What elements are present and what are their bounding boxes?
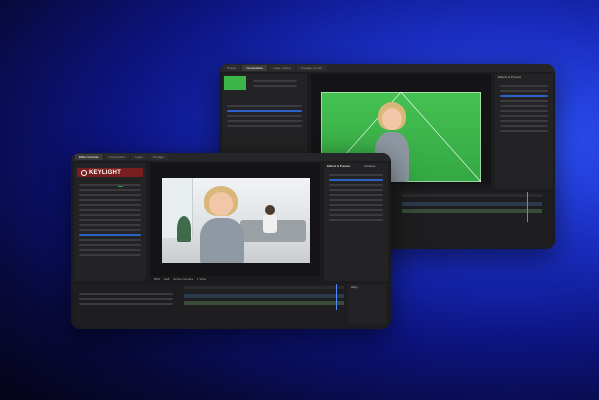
timeline-playhead[interactable] bbox=[527, 192, 528, 222]
effects-list-item[interactable] bbox=[329, 189, 383, 191]
effects-list-item[interactable] bbox=[329, 194, 383, 196]
effect-property-row[interactable] bbox=[79, 189, 141, 191]
align-panel: Align bbox=[348, 284, 386, 324]
effects-list-item[interactable] bbox=[500, 100, 548, 102]
keyed-living-room-footage bbox=[162, 178, 310, 263]
back-effects-panel: Effects & Presets bbox=[495, 74, 553, 189]
project-list-item[interactable] bbox=[227, 110, 302, 112]
effect-property-row[interactable] bbox=[79, 209, 141, 211]
align-panel-label: Align bbox=[351, 285, 358, 289]
plant bbox=[177, 216, 191, 242]
effects-list-item[interactable] bbox=[500, 105, 548, 107]
project-list-item[interactable] bbox=[227, 105, 302, 107]
effect-property-row[interactable] bbox=[79, 239, 141, 241]
project-list-item[interactable] bbox=[227, 120, 302, 122]
front-timeline[interactable]: Align bbox=[74, 284, 388, 326]
keylight-logo: KEYLIGHT bbox=[77, 168, 143, 177]
timeline-ruler[interactable] bbox=[184, 286, 344, 289]
keylight-logo-icon bbox=[81, 169, 87, 176]
effects-list-item[interactable] bbox=[329, 199, 383, 201]
timeline-track[interactable] bbox=[402, 202, 542, 206]
libraries-tab[interactable]: Libraries bbox=[364, 164, 376, 168]
effects-list-item[interactable] bbox=[500, 120, 548, 122]
effect-property-row[interactable] bbox=[79, 249, 141, 251]
effect-property-row[interactable] bbox=[79, 224, 141, 226]
effect-property-row[interactable] bbox=[79, 204, 141, 206]
project-list-item[interactable] bbox=[227, 125, 302, 127]
timeline-track[interactable] bbox=[184, 294, 344, 298]
adult-figure bbox=[262, 205, 278, 235]
effects-list-item[interactable] bbox=[329, 204, 383, 206]
effect-property-row[interactable] bbox=[79, 184, 141, 186]
back-tab-layer[interactable]: Layer: (none) bbox=[269, 65, 295, 71]
effects-list-item[interactable] bbox=[329, 209, 383, 211]
layer-row[interactable] bbox=[79, 303, 173, 305]
layer-row[interactable] bbox=[79, 298, 173, 300]
back-tab-bar: Project Composition Layer: (none) Footag… bbox=[219, 64, 555, 72]
effects-list-item[interactable] bbox=[500, 110, 548, 112]
effect-property-row[interactable] bbox=[79, 214, 141, 216]
effect-property-row[interactable] bbox=[79, 199, 141, 201]
effect-controls-panel: KEYLIGHT bbox=[74, 163, 146, 281]
front-composition-viewer[interactable]: 50% Half Active Camera 1 View bbox=[150, 163, 320, 281]
front-tab-bar: Effect Controls Composition Layer Footag… bbox=[71, 153, 391, 161]
effects-list-item[interactable] bbox=[500, 130, 548, 132]
effects-list-item[interactable] bbox=[329, 179, 383, 181]
front-tab-layer[interactable]: Layer bbox=[131, 154, 147, 160]
back-tab-project[interactable]: Project bbox=[223, 65, 241, 71]
effects-list-item[interactable] bbox=[500, 90, 548, 92]
effect-property-row[interactable] bbox=[79, 229, 141, 231]
timeline-playhead[interactable] bbox=[336, 284, 337, 310]
effects-list-item[interactable] bbox=[500, 95, 548, 97]
front-effects-panel: Effects & Presets Libraries bbox=[324, 163, 388, 281]
quality-dropdown[interactable]: Half bbox=[164, 277, 169, 281]
effects-list-item[interactable] bbox=[329, 219, 383, 221]
magnify-dropdown[interactable]: 50% bbox=[154, 277, 160, 281]
timeline-ruler[interactable] bbox=[402, 194, 542, 197]
front-tab-composition[interactable]: Composition bbox=[104, 154, 130, 160]
front-tab-footage[interactable]: Footage bbox=[148, 154, 168, 160]
effects-list-item[interactable] bbox=[329, 214, 383, 216]
effect-property-row[interactable] bbox=[79, 219, 141, 221]
effects-list-item[interactable] bbox=[500, 85, 548, 87]
effects-list-item[interactable] bbox=[500, 115, 548, 117]
project-list-item[interactable] bbox=[227, 115, 302, 117]
effect-property-row[interactable] bbox=[79, 234, 141, 236]
effects-list-item[interactable] bbox=[329, 184, 383, 186]
effects-presets-tab[interactable]: Effects & Presets bbox=[327, 164, 350, 168]
effect-property-row[interactable] bbox=[79, 244, 141, 246]
effect-property-row[interactable] bbox=[79, 254, 141, 256]
front-editor-window: Effect Controls Composition Layer Footag… bbox=[71, 153, 391, 329]
layer-row[interactable] bbox=[79, 293, 173, 295]
keylight-logo-text: KEYLIGHT bbox=[89, 169, 121, 176]
view-dropdown[interactable]: 1 View bbox=[197, 277, 206, 281]
project-thumbnail bbox=[224, 76, 246, 90]
front-viewer-controls: 50% Half Active Camera 1 View bbox=[150, 276, 320, 281]
effects-list-item[interactable] bbox=[329, 174, 383, 176]
camera-dropdown[interactable]: Active Camera bbox=[173, 277, 193, 281]
effects-list-item[interactable] bbox=[500, 125, 548, 127]
back-effects-tab[interactable]: Effects & Presets bbox=[498, 75, 521, 79]
front-tab-effect-controls[interactable]: Effect Controls bbox=[75, 154, 103, 160]
back-tab-footage[interactable]: Footage: (none) bbox=[296, 65, 327, 71]
timeline-track[interactable] bbox=[402, 209, 542, 213]
child-figure bbox=[198, 186, 246, 263]
back-tab-composition[interactable]: Composition bbox=[242, 65, 268, 71]
timeline-track[interactable] bbox=[184, 301, 344, 305]
effect-property-row[interactable] bbox=[79, 194, 141, 196]
